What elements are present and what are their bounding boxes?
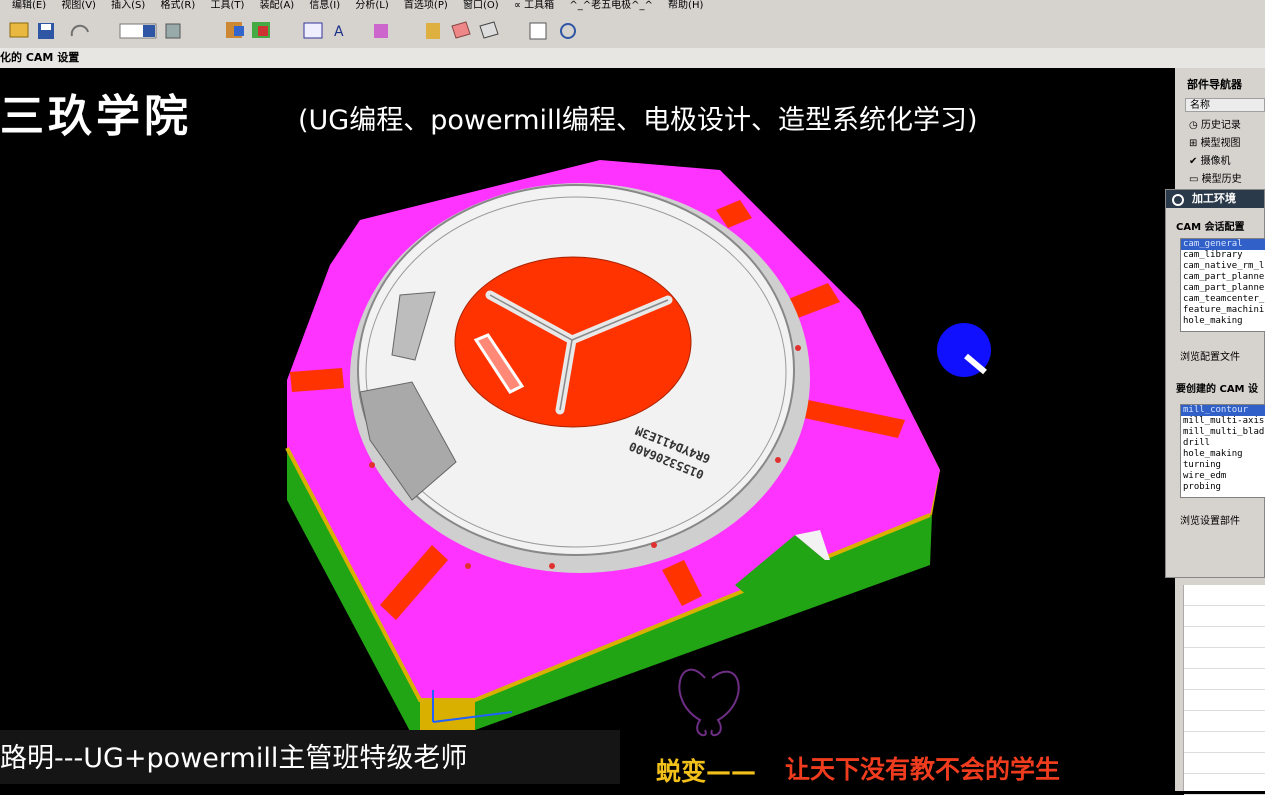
- toolbar: A: [0, 14, 1265, 49]
- menu-toolbox[interactable]: ∝ 工具箱: [514, 0, 554, 11]
- menu-tools[interactable]: 工具(T): [210, 0, 244, 11]
- overlay-subtitle: (UG编程、powermill编程、电极设计、造型系统化学习): [298, 105, 978, 136]
- list-row: [1184, 669, 1265, 690]
- machining-environment-dialog: 加工环境 CAM 会话配置 cam_general cam_library ca…: [1165, 189, 1265, 578]
- navigator-title: 部件导航器: [1187, 78, 1242, 91]
- toolbar-icons: A: [9, 21, 576, 40]
- list-item[interactable]: cam_part_planne: [1181, 283, 1265, 294]
- table-icon[interactable]: [303, 22, 323, 39]
- butterfly-logo: [678, 668, 740, 737]
- list-item[interactable]: feature_machini: [1181, 305, 1265, 316]
- list-item[interactable]: cam_native_rm_l: [1181, 261, 1265, 272]
- menu-electrode[interactable]: ^_^老五电极^_^: [569, 0, 653, 11]
- assembly-icon[interactable]: [252, 22, 270, 38]
- menu-preferences[interactable]: 首选项(P): [404, 0, 448, 11]
- menu-analysis[interactable]: 分析(L): [355, 0, 388, 11]
- menu-insert[interactable]: 插入(S): [111, 0, 145, 11]
- menu-window[interactable]: 窗口(O): [463, 0, 499, 11]
- menu-assembly[interactable]: 装配(A): [260, 0, 295, 11]
- menu-bar: 编辑(E) 视图(V) 插入(S) 格式(R) 工具(T) 装配(A) 信息(I…: [0, 0, 1265, 14]
- nav-item-model-views[interactable]: ⊞ 模型视图: [1189, 134, 1241, 149]
- text-icon[interactable]: A: [334, 24, 344, 40]
- session-config-label: CAM 会话配置: [1176, 222, 1245, 233]
- list-row: [1184, 732, 1265, 753]
- list-row: [1184, 690, 1265, 711]
- list-row: [1184, 648, 1265, 669]
- list-item[interactable]: wire_edm: [1181, 471, 1265, 482]
- display-icon[interactable]: [165, 23, 181, 39]
- list-item[interactable]: hole_making: [1181, 449, 1265, 460]
- setup-list[interactable]: mill_contour mill_multi-axis mill_multi_…: [1180, 404, 1265, 498]
- layer-dropdown[interactable]: [119, 23, 157, 39]
- menu-view[interactable]: 视图(V): [61, 0, 96, 11]
- brush-icon[interactable]: [426, 23, 440, 39]
- menu-edit[interactable]: 编辑(E): [12, 0, 46, 11]
- list-row: [1184, 711, 1265, 732]
- list-item[interactable]: mill_contour: [1181, 405, 1265, 416]
- list-item[interactable]: hole_making: [1181, 316, 1265, 327]
- setup-label: 要创建的 CAM 设: [1176, 384, 1258, 395]
- paint-icon[interactable]: [374, 24, 388, 38]
- list-item[interactable]: turning: [1181, 460, 1265, 471]
- shade-icon[interactable]: [226, 22, 244, 38]
- menu-format[interactable]: 格式(R): [161, 0, 196, 11]
- menu-info[interactable]: 信息(I): [309, 0, 340, 11]
- session-config-list[interactable]: cam_general cam_library cam_native_rm_l …: [1180, 238, 1265, 332]
- part-model: 01553206A00 6R4YD411E3M: [285, 160, 991, 750]
- list-item[interactable]: probing: [1181, 482, 1265, 493]
- nav-item-model-history[interactable]: ▭ 模型历史: [1189, 170, 1242, 185]
- list-row: [1184, 585, 1265, 606]
- menu-help[interactable]: 帮助(H): [668, 0, 703, 11]
- list-item[interactable]: cam_part_planne: [1181, 272, 1265, 283]
- list-item[interactable]: cam_teamcenter_: [1181, 294, 1265, 305]
- overlay-caption: 路明---UG+powermill主管班特级老师: [0, 743, 468, 774]
- list-row: [1184, 606, 1265, 627]
- list-item[interactable]: cam_general: [1181, 239, 1265, 250]
- graphics-viewport[interactable]: 01553206A00 6R4YD411E3M 三玖学院 (UG编程、power…: [0, 68, 1175, 791]
- navigator-column-header[interactable]: 名称: [1185, 98, 1265, 112]
- list-item[interactable]: cam_library: [1181, 250, 1265, 261]
- zoom-icon[interactable]: [560, 23, 576, 39]
- open-icon[interactable]: [9, 22, 29, 38]
- lower-panel-list: [1183, 585, 1265, 795]
- list-row: [1184, 774, 1265, 795]
- slogan-prefix: 蜕变——: [656, 757, 757, 786]
- browse-setup-button[interactable]: 浏览设置部件: [1180, 512, 1240, 527]
- list-item[interactable]: mill_multi_blad: [1181, 427, 1265, 438]
- properties-icon[interactable]: [529, 22, 547, 40]
- save-icon[interactable]: [38, 23, 54, 39]
- svg-text:A: A: [334, 24, 344, 40]
- gear-icon: [1172, 194, 1184, 206]
- slogan-text: 让天下没有教不会的学生: [785, 755, 1061, 784]
- blend-icon[interactable]: [479, 21, 499, 39]
- list-item[interactable]: drill: [1181, 438, 1265, 449]
- overlay-title: 三玖学院: [0, 91, 192, 142]
- list-item[interactable]: mill_multi-axis: [1181, 416, 1265, 427]
- list-row: [1184, 753, 1265, 774]
- layer-icon[interactable]: [451, 21, 471, 39]
- cam-setup-bar: 化的 CAM 设置: [0, 48, 1265, 68]
- list-row: [1184, 627, 1265, 648]
- nav-item-cameras[interactable]: ✔ 摄像机: [1189, 152, 1231, 167]
- browse-config-button[interactable]: 浏览配置文件: [1180, 348, 1240, 363]
- nav-item-history[interactable]: ◷ 历史记录: [1189, 116, 1241, 131]
- undo-icon[interactable]: [70, 24, 89, 37]
